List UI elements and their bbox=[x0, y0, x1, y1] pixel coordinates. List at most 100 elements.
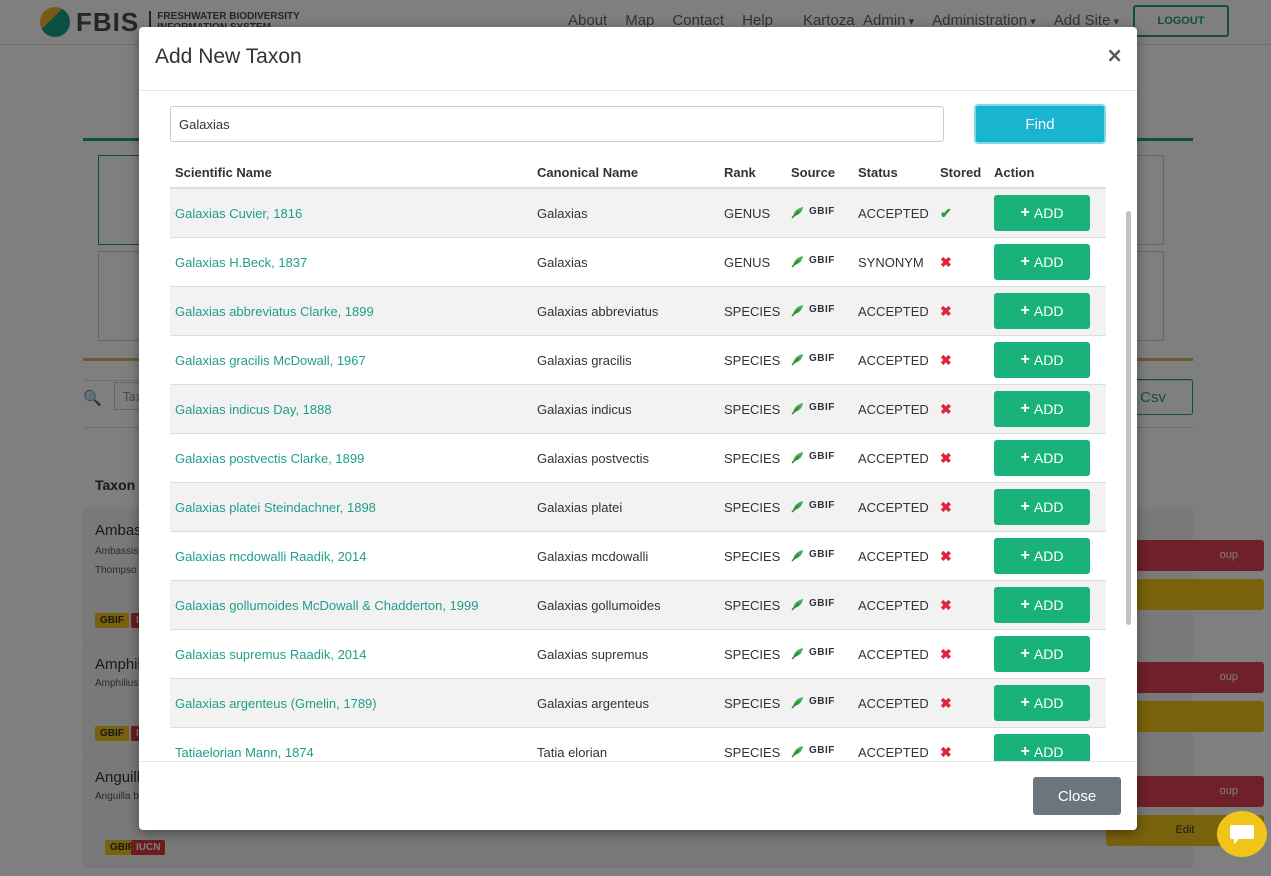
source: GBIF bbox=[786, 433, 853, 483]
cross-icon: ✖ bbox=[940, 547, 952, 564]
add-taxon-button[interactable]: + ADD bbox=[994, 440, 1090, 476]
add-label: ADD bbox=[1033, 352, 1064, 368]
gbif-leaf-icon bbox=[791, 598, 803, 611]
scientific-name-link[interactable]: Galaxias H.Beck, 1837 bbox=[170, 237, 532, 287]
plus-icon: + bbox=[1020, 400, 1030, 417]
table-header-row: Scientific Name Canonical Name Rank Sour… bbox=[170, 158, 1106, 189]
cross-icon: ✖ bbox=[940, 253, 952, 270]
add-taxon-button[interactable]: + ADD bbox=[994, 195, 1090, 231]
gbif-label: GBIF bbox=[809, 500, 835, 511]
results-table-container[interactable]: Scientific Name Canonical Name Rank Sour… bbox=[170, 158, 1106, 761]
table-row: Galaxias mcdowalli Raadik, 2014 Galaxias … bbox=[170, 531, 1106, 581]
canonical-name: Galaxias bbox=[532, 237, 719, 287]
stored: ✖ bbox=[935, 580, 989, 630]
rank: SPECIES bbox=[719, 727, 786, 761]
scientific-name-link[interactable]: Galaxias gracilis McDowall, 1967 bbox=[170, 335, 532, 385]
rank: SPECIES bbox=[719, 384, 786, 434]
table-scrollbar[interactable] bbox=[1126, 211, 1131, 625]
source: GBIF bbox=[786, 237, 853, 287]
scientific-name-link[interactable]: Tatiaelorian Mann, 1874 bbox=[170, 727, 532, 761]
table-row: Galaxias postvectis Clarke, 1899 Galaxias… bbox=[170, 433, 1106, 483]
add-taxon-button[interactable]: + ADD bbox=[994, 734, 1090, 761]
plus-icon: + bbox=[1020, 253, 1030, 270]
cross-icon: ✖ bbox=[940, 351, 952, 368]
gbif-source-logo: GBIF bbox=[791, 254, 835, 268]
cross-icon: ✖ bbox=[940, 694, 952, 711]
status: ACCEPTED bbox=[853, 335, 935, 385]
plus-icon: + bbox=[1020, 694, 1030, 711]
rank: GENUS bbox=[719, 187, 786, 238]
rank: SPECIES bbox=[719, 286, 786, 336]
stored: ✖ bbox=[935, 678, 989, 728]
action: + ADD bbox=[989, 237, 1106, 287]
scientific-name-link[interactable]: Galaxias gollumoides McDowall & Chaddert… bbox=[170, 580, 532, 630]
source: GBIF bbox=[786, 531, 853, 581]
gbif-leaf-icon bbox=[791, 696, 803, 709]
gbif-leaf-icon bbox=[791, 304, 803, 317]
status: ACCEPTED bbox=[853, 580, 935, 630]
close-button[interactable]: Close bbox=[1033, 777, 1121, 815]
canonical-name: Galaxias argenteus bbox=[532, 678, 719, 728]
rank: SPECIES bbox=[719, 433, 786, 483]
source: GBIF bbox=[786, 384, 853, 434]
add-taxon-button[interactable]: + ADD bbox=[994, 636, 1090, 672]
add-taxon-button[interactable]: + ADD bbox=[994, 342, 1090, 378]
chat-bubble-icon bbox=[1230, 825, 1254, 844]
close-icon[interactable]: × bbox=[1106, 43, 1123, 67]
gbif-leaf-icon bbox=[791, 647, 803, 660]
add-taxon-button[interactable]: + ADD bbox=[994, 587, 1090, 623]
scientific-name-link[interactable]: Galaxias supremus Raadik, 2014 bbox=[170, 629, 532, 679]
gbif-leaf-icon bbox=[791, 549, 803, 562]
cross-icon: ✖ bbox=[940, 645, 952, 662]
add-taxon-button[interactable]: + ADD bbox=[994, 538, 1090, 574]
scientific-name-link[interactable]: Galaxias argenteus (Gmelin, 1789) bbox=[170, 678, 532, 728]
scientific-name-link[interactable]: Galaxias platei Steindachner, 1898 bbox=[170, 482, 532, 532]
status: ACCEPTED bbox=[853, 384, 935, 434]
modal-footer: Close bbox=[139, 761, 1137, 830]
add-taxon-button[interactable]: + ADD bbox=[994, 244, 1090, 280]
action: + ADD bbox=[989, 678, 1106, 728]
canonical-name: Galaxias gollumoides bbox=[532, 580, 719, 630]
add-taxon-button[interactable]: + ADD bbox=[994, 685, 1090, 721]
stored: ✖ bbox=[935, 629, 989, 679]
gbif-leaf-icon bbox=[791, 451, 803, 464]
table-row: Galaxias Cuvier, 1816 Galaxias GENUS GBIF AC… bbox=[170, 187, 1106, 238]
add-taxon-button[interactable]: + ADD bbox=[994, 391, 1090, 427]
taxon-name-search-input[interactable] bbox=[170, 106, 944, 142]
gbif-source-logo: GBIF bbox=[791, 597, 835, 611]
action: + ADD bbox=[989, 433, 1106, 483]
stored: ✖ bbox=[935, 237, 989, 287]
gbif-leaf-icon bbox=[791, 353, 803, 366]
stored: ✖ bbox=[935, 335, 989, 385]
table-row: Galaxias abbreviatus Clarke, 1899 Galaxia… bbox=[170, 286, 1106, 336]
status: ACCEPTED bbox=[853, 727, 935, 761]
col-rank: Rank bbox=[719, 158, 786, 189]
modal-header: Add New Taxon × bbox=[139, 27, 1137, 91]
add-taxon-button[interactable]: + ADD bbox=[994, 489, 1090, 525]
scientific-name-link[interactable]: Galaxias postvectis Clarke, 1899 bbox=[170, 433, 532, 483]
scientific-name-link[interactable]: Galaxias abbreviatus Clarke, 1899 bbox=[170, 286, 532, 336]
canonical-name: Galaxias platei bbox=[532, 482, 719, 532]
chat-button[interactable] bbox=[1217, 811, 1267, 857]
find-button[interactable]: Find bbox=[974, 104, 1106, 144]
gbif-leaf-icon bbox=[791, 402, 803, 415]
table-row: Galaxias argenteus (Gmelin, 1789) Galaxia… bbox=[170, 678, 1106, 728]
gbif-source-logo: GBIF bbox=[791, 744, 835, 758]
action: + ADD bbox=[989, 384, 1106, 434]
gbif-source-logo: GBIF bbox=[791, 303, 835, 317]
add-label: ADD bbox=[1033, 303, 1064, 319]
add-label: ADD bbox=[1033, 548, 1064, 564]
modal-title: Add New Taxon bbox=[155, 45, 302, 68]
add-label: ADD bbox=[1033, 744, 1064, 760]
scientific-name-link[interactable]: Galaxias indicus Day, 1888 bbox=[170, 384, 532, 434]
plus-icon: + bbox=[1020, 645, 1030, 662]
table-row: Galaxias gracilis McDowall, 1967 Galaxias… bbox=[170, 335, 1106, 385]
gbif-source-logo: GBIF bbox=[791, 352, 835, 366]
scientific-name-link[interactable]: Galaxias mcdowalli Raadik, 2014 bbox=[170, 531, 532, 581]
gbif-label: GBIF bbox=[809, 402, 835, 413]
col-action: Action bbox=[989, 158, 1106, 189]
add-taxon-button[interactable]: + ADD bbox=[994, 293, 1090, 329]
canonical-name: Galaxias mcdowalli bbox=[532, 531, 719, 581]
rank: SPECIES bbox=[719, 629, 786, 679]
scientific-name-link[interactable]: Galaxias Cuvier, 1816 bbox=[170, 187, 532, 238]
